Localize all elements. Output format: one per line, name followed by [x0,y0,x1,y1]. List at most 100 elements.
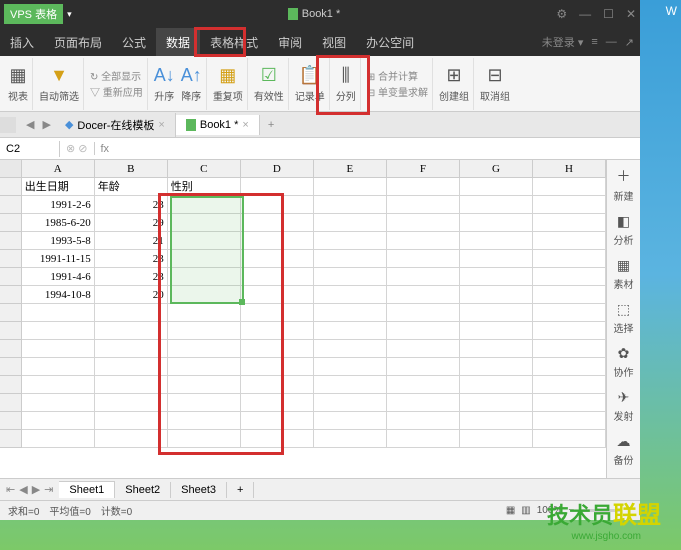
maximize-button[interactable]: ☐ [603,7,614,21]
menu-view[interactable]: 视图 [312,28,356,57]
cell[interactable] [387,430,460,448]
cell[interactable] [460,214,533,232]
cell[interactable] [533,178,606,196]
cell[interactable] [460,196,533,214]
cell[interactable] [241,214,314,232]
panel-new-button[interactable]: ＋新建 [614,166,634,203]
panel-analyze-button[interactable]: ◧分析 [614,213,634,247]
cell[interactable]: 1991-2-6 [22,196,95,214]
zoom-slider[interactable] [580,509,620,512]
cell[interactable] [387,322,460,340]
cell[interactable] [168,232,241,250]
row-header[interactable] [0,340,22,358]
cell[interactable] [533,232,606,250]
row-header[interactable] [0,376,22,394]
cell[interactable]: 20 [95,286,168,304]
fx-icon[interactable]: fx [95,143,116,155]
menu-office[interactable]: 办公空间 [356,28,424,57]
cell[interactable]: 23 [95,250,168,268]
cell[interactable] [168,376,241,394]
panel-collab-button[interactable]: ✿协作 [614,345,634,379]
nav-grid-icon[interactable] [0,117,16,133]
row-header[interactable] [0,394,22,412]
cell[interactable] [314,232,387,250]
cell[interactable] [314,394,387,412]
ribbon-minimize-icon[interactable]: — [606,36,617,48]
sheet-nav-last-icon[interactable]: ⇥ [44,483,53,496]
cell[interactable]: 年龄 [95,178,168,196]
cell[interactable] [387,340,460,358]
cell[interactable] [241,286,314,304]
cell[interactable] [241,178,314,196]
ungroup-button[interactable]: ⊟ 取消组 [476,58,514,110]
cell[interactable] [533,214,606,232]
menu-tablestyle[interactable]: 表格样式 [200,28,268,57]
form-button[interactable]: 📋 记录单 [291,58,330,110]
cell[interactable]: 1993-5-8 [22,232,95,250]
settings-icon[interactable]: ⚙ [556,7,567,21]
row-header[interactable] [0,196,22,214]
cell[interactable] [533,268,606,286]
cell[interactable] [387,358,460,376]
cell[interactable] [241,394,314,412]
pivot-button[interactable]: ▦ 视表 [4,58,33,110]
group-button[interactable]: ⊞ 创建组 [435,58,474,110]
row-header[interactable] [0,268,22,286]
cell[interactable]: 1991-4-6 [22,268,95,286]
cell[interactable] [241,250,314,268]
cell[interactable] [460,394,533,412]
cell[interactable]: 1985-6-20 [22,214,95,232]
cell[interactable] [168,412,241,430]
zoom-in-icon[interactable]: + [626,505,632,516]
sheet-tab-3[interactable]: Sheet3 [171,482,227,498]
menu-review[interactable]: 审阅 [268,28,312,57]
cell[interactable] [241,340,314,358]
panel-backup-button[interactable]: ☁备份 [614,433,634,467]
cell[interactable] [95,322,168,340]
tab-book1[interactable]: Book1 * × [176,115,260,135]
cell[interactable] [168,214,241,232]
sort-desc-button[interactable]: A↑ 降序 [181,65,202,103]
cell[interactable] [22,322,95,340]
cell[interactable] [533,322,606,340]
cell[interactable]: 23 [95,268,168,286]
cell[interactable] [533,430,606,448]
row-header[interactable] [0,286,22,304]
cell[interactable] [460,358,533,376]
nav-back-icon[interactable]: ◀ [22,118,38,131]
nav-fwd-icon[interactable]: ▶ [38,118,54,131]
hamburger-icon[interactable]: ≡ [591,36,597,48]
cell[interactable] [460,268,533,286]
col-header-e[interactable]: E [314,160,387,177]
cell[interactable] [168,358,241,376]
app-badge[interactable]: VPS 表格 [4,4,63,24]
cell[interactable] [168,268,241,286]
cell[interactable] [460,250,533,268]
cell[interactable] [314,430,387,448]
close-button[interactable]: ✕ [626,7,636,21]
cell[interactable] [314,340,387,358]
cell[interactable] [95,412,168,430]
cell[interactable] [533,358,606,376]
row-header[interactable] [0,430,22,448]
cell[interactable] [460,340,533,358]
cell[interactable] [314,376,387,394]
cell[interactable] [460,232,533,250]
zoom-level[interactable]: 100% [537,505,563,516]
cell[interactable] [460,412,533,430]
cell[interactable] [460,178,533,196]
cell[interactable] [314,412,387,430]
cell[interactable] [533,376,606,394]
cell[interactable] [22,394,95,412]
cell[interactable] [533,286,606,304]
row-header[interactable] [0,250,22,268]
sort-asc-button[interactable]: A↓ 升序 [154,65,175,103]
cell[interactable] [168,304,241,322]
cell[interactable] [533,304,606,322]
cell[interactable] [168,250,241,268]
cell[interactable] [168,340,241,358]
login-button[interactable]: 未登录 ▾ [542,34,584,50]
view-page-icon[interactable]: ▥ [521,505,530,516]
popout-icon[interactable]: ↗ [625,36,634,49]
cell[interactable] [241,376,314,394]
